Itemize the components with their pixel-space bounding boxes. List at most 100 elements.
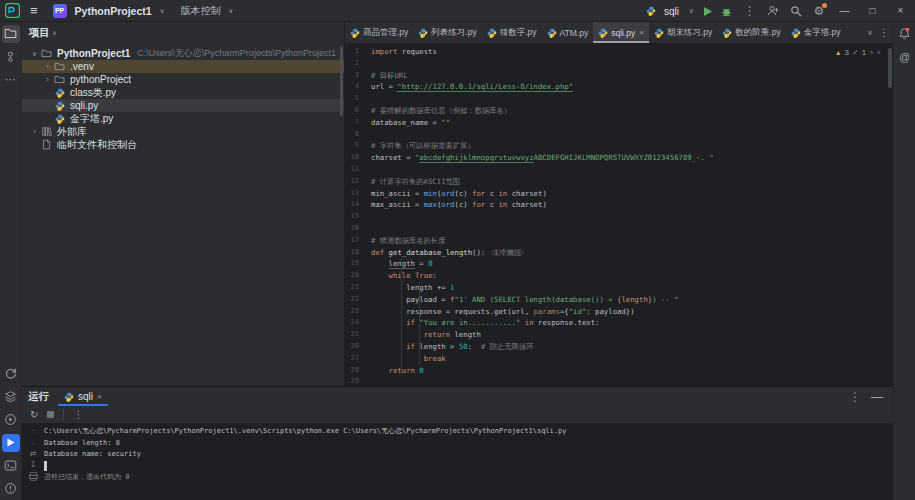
close-tab-icon[interactable]: × (639, 28, 644, 37)
code-line[interactable]: 22 payload = f"1' AND (SELECT length(dat… (345, 294, 893, 306)
close-button[interactable]: × (888, 1, 913, 21)
vcs-menu[interactable]: 版本控制 (180, 4, 220, 18)
code-line[interactable]: 6# 要猜解的数据库信息（例如：数据库名） (345, 105, 893, 117)
scroll-end-icon[interactable]: ↧ (30, 459, 37, 470)
code-line[interactable]: 2 (345, 58, 893, 70)
project-scrollbar[interactable] (340, 46, 343, 116)
main-menu-icon[interactable]: ≡ (26, 3, 42, 18)
tree-row[interactable]: 临时文件和控制台 (22, 138, 344, 151)
editor-tab[interactable]: 猜数字.py (482, 22, 542, 43)
code-line[interactable]: 19 length = 0 (345, 258, 893, 270)
code-line[interactable]: 12# 计算字符集的ASCII范围 (345, 176, 893, 188)
inspections-widget[interactable]: ▲3 ✓1 ∧ ∨ (835, 47, 881, 59)
tree-arrow-icon[interactable]: › (42, 63, 53, 70)
code-line[interactable]: 23 response = requests.get(url, params={… (345, 306, 893, 318)
code-with-me-icon[interactable] (763, 1, 783, 21)
ai-assistant-icon[interactable]: @ (896, 48, 914, 66)
code-line[interactable]: 16 (345, 223, 893, 235)
python-packages-tool-icon[interactable] (2, 388, 20, 406)
down-stack-icon[interactable]: ↓ (31, 437, 35, 448)
console-options-icon[interactable]: ⋮ (73, 409, 83, 420)
run-config-name[interactable]: sqli (664, 6, 679, 17)
project-tool-icon[interactable] (2, 25, 20, 43)
next-problem-icon[interactable]: ∨ (877, 47, 881, 59)
editor-tab[interactable]: 金字塔.py (786, 22, 846, 43)
notifications-icon[interactable] (896, 25, 914, 43)
run-panel-options-icon[interactable]: ⋮ (845, 387, 865, 407)
editor-tab[interactable]: 期末练习.py (649, 22, 717, 43)
run-panel-title[interactable]: 运行 (22, 390, 58, 404)
code-line[interactable]: 14max_ascii = max(ord(c) for c in charse… (345, 199, 893, 211)
services-tool-icon[interactable] (2, 411, 20, 429)
settings-icon[interactable]: ⚙ (809, 1, 829, 21)
code-line[interactable]: 4url = "http://127.0.0.1/sqli/Less-8/ind… (345, 81, 893, 93)
code-line[interactable]: 5 (345, 93, 893, 105)
run-tab[interactable]: sqli × (58, 387, 108, 406)
tree-row[interactable]: ›.venv (22, 60, 344, 73)
minimize-button[interactable]: — (832, 1, 857, 21)
problems-tool-icon[interactable] (2, 480, 20, 498)
tree-row[interactable]: 金字塔.py (22, 112, 344, 125)
code-line[interactable]: 17# 猜测数据库名的长度 (345, 235, 893, 247)
editor-tab[interactable]: 商品管理.py (345, 22, 413, 43)
project-panel-title[interactable]: 项目 (29, 26, 50, 40)
code-line[interactable]: 18def get_database_length():1 个用法 (345, 247, 893, 259)
code-line[interactable]: 1import requests (345, 46, 893, 58)
up-stack-icon[interactable]: ↑ (31, 426, 35, 437)
rerun-icon[interactable]: ↻ (30, 409, 38, 420)
hide-panel-icon[interactable]: — (867, 387, 887, 407)
code-line[interactable]: 11 (345, 164, 893, 176)
code-line[interactable]: 10charset = "abcdefghijklmnopqrstuvwxyzA… (345, 152, 893, 164)
close-tab-icon[interactable]: × (97, 392, 102, 401)
terminal-tool-icon[interactable] (2, 457, 20, 475)
print-icon[interactable] (29, 472, 38, 481)
soft-wrap-icon[interactable]: ⇄ (30, 448, 37, 459)
project-badge[interactable]: PP (53, 4, 67, 18)
code-editor[interactable]: ▲3 ✓1 ∧ ∨ 1import requests23# 目标URL4url … (345, 44, 893, 386)
tree-row[interactable]: ›pythonProject (22, 73, 344, 86)
editor-tab[interactable]: sqli.py× (593, 22, 649, 43)
code-line[interactable]: 15 (345, 211, 893, 223)
code-line[interactable]: 13min_ascii = min(ord(c) for c in charse… (345, 188, 893, 200)
editor-tab[interactable]: 数的阶乘.py (717, 22, 785, 43)
editor-tab[interactable]: ATM.py (542, 22, 594, 43)
tree-row[interactable]: ∨PythonProject1C:\Users\无心恋\PycharmProje… (22, 47, 344, 60)
tree-item-label: sqli.py (70, 100, 98, 111)
commit-tool-icon[interactable] (2, 48, 20, 66)
prev-problem-icon[interactable]: ∧ (869, 47, 873, 59)
code-line[interactable]: 28 return 0 (345, 365, 893, 377)
tree-arrow-icon[interactable]: › (42, 76, 53, 83)
code-line[interactable]: 29 (345, 376, 893, 386)
more-tools-icon[interactable]: ⋯ (2, 71, 20, 89)
code-line[interactable]: 24 if "You are in..........." in respons… (345, 317, 893, 329)
tree-row[interactable]: sqli.py (22, 99, 344, 112)
maximize-button[interactable]: □ (860, 1, 885, 21)
code-line[interactable]: 9# 字符集（可以根据需要扩展） (345, 140, 893, 152)
project-name[interactable]: PythonProject1 (75, 5, 152, 17)
python-console-tool-icon[interactable] (2, 365, 20, 383)
more-actions-icon[interactable]: ⋮ (740, 1, 760, 21)
tree-arrow-icon[interactable]: › (29, 128, 40, 135)
code-line[interactable]: 27 break (345, 353, 893, 365)
tab-list-chevron-icon[interactable]: ∨ (863, 23, 877, 43)
run-tool-icon[interactable] (2, 434, 20, 452)
code-line[interactable]: 21 length += 1 (345, 282, 893, 294)
line-number: 20 (345, 270, 371, 282)
code-line[interactable]: 7database_name = "" (345, 117, 893, 129)
code-line[interactable]: 8 (345, 129, 893, 141)
code-line[interactable]: 20 while True: (345, 270, 893, 282)
tree-row[interactable]: class类.py (22, 86, 344, 99)
code-line[interactable]: 25 return length (345, 329, 893, 341)
tab-options-icon[interactable]: ⋮ (877, 23, 891, 43)
run-button[interactable] (702, 6, 713, 17)
editor-tab[interactable]: 列表练习.py (413, 22, 481, 43)
console-output[interactable]: C:\Users\无心恋\PycharmProjects\PythonProje… (44, 423, 893, 500)
editor-scrollbar[interactable] (888, 48, 892, 88)
debug-button[interactable] (721, 6, 732, 17)
stop-icon[interactable] (47, 411, 54, 418)
code-line[interactable]: 3# 目标URL (345, 70, 893, 82)
code-line[interactable]: 26 if length > 50: # 防止无限循环 (345, 341, 893, 353)
tree-row[interactable]: ›外部库 (22, 125, 344, 138)
tree-arrow-icon[interactable]: ∨ (29, 50, 40, 58)
search-icon[interactable] (786, 1, 806, 21)
